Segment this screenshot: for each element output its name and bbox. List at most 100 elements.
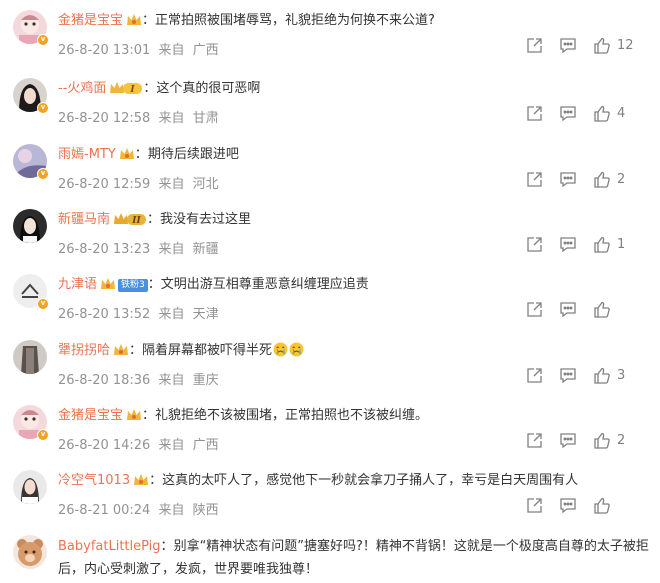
like-icon[interactable] [593,432,611,450]
avatar[interactable]: v [13,10,49,46]
reply-icon[interactable] [559,432,577,450]
avatar[interactable]: v [13,144,49,180]
username[interactable]: 雨嫣-MTY [58,147,116,162]
colon-separator: ： [142,408,156,423]
username[interactable]: 冷空气1013 [58,473,130,488]
reply-icon[interactable] [559,497,577,515]
location-prefix: 来自 [158,503,185,518]
username[interactable]: 犟拐拐哈 [58,343,110,358]
svg-text:II: II [131,216,141,226]
comment-actions: 3 [526,367,642,385]
comment-meta: 26-8-21 00:24 来自 陕西 [58,499,219,518]
location-prefix: 来自 [158,373,185,388]
share-icon[interactable] [526,171,543,189]
crown-badge-icon [126,408,142,430]
verified-badge-icon: v [37,168,49,180]
comment-list: v 金猪是宝宝 ： 正常拍照被围堵辱骂，礼貌拒绝为何换不来公道? 26-8-20 1… [0,0,660,583]
avatar[interactable]: v [13,274,49,310]
like-count: 2 [617,172,626,187]
comment-text: 我没有去过这里 [160,212,252,227]
comment-actions: 1 [526,236,642,254]
like-count: 12 [617,38,634,53]
colon-separator: ： [134,147,148,162]
comment-actions: 2 [526,171,642,189]
colon-separator: ： [147,212,161,227]
comment-actions: 4 [526,105,642,123]
like-icon[interactable] [593,497,611,515]
comment-line: 犟拐拐哈 ：隔着屏幕都被吓得半死 [58,340,652,362]
svg-text:I: I [130,85,136,95]
comment-line: 九津语 铁粉3 ：文明出游互相尊重恶意纠缠理应追责 [58,274,652,296]
timestamp: 26-8-20 13:01 [58,43,151,58]
avatar[interactable]: v [13,78,49,114]
like-icon[interactable] [593,301,611,319]
verified-badge-icon: v [37,298,49,310]
comment-text: 正常拍照被围堵辱骂，礼貌拒绝为何换不来公道? [155,13,435,28]
avatar[interactable] [13,535,47,569]
avatar[interactable] [13,340,47,374]
colon-separator: ： [160,539,174,554]
crying-face-emoji-icon [273,342,288,357]
share-icon[interactable] [526,105,543,123]
like-icon[interactable] [593,105,611,123]
reply-icon[interactable] [559,37,577,55]
username[interactable]: 金猪是宝宝 [58,408,123,423]
share-icon[interactable] [526,236,543,254]
avatar[interactable]: v [13,405,49,441]
comment-meta: 26-8-20 18:36 来自 重庆 [58,369,219,388]
reply-icon[interactable] [559,105,577,123]
verified-badge-icon: v [37,429,49,441]
share-icon[interactable] [526,301,543,319]
verified-badge-icon: v [37,34,49,46]
username[interactable]: --火鸡面 [58,81,106,96]
location: 天津 [192,307,219,322]
crown-badge-icon [113,343,129,365]
share-icon[interactable] [526,432,543,450]
like-count: 1 [617,237,626,252]
like-count: 4 [617,106,626,121]
like-icon[interactable] [593,171,611,189]
avatar[interactable] [13,209,47,243]
username[interactable]: 金猪是宝宝 [58,13,123,28]
location: 甘肃 [192,111,219,126]
reply-icon[interactable] [559,367,577,385]
location-prefix: 来自 [158,43,185,58]
share-icon[interactable] [526,367,543,385]
comment-line: 冷空气1013 ：这真的太吓人了，感觉他下一秒就会拿刀子捅人了，幸亏是白天周围有人 [58,470,652,492]
comment-meta: 26-8-20 13:52 来自 天津 [58,303,219,322]
location: 重庆 [192,373,219,388]
avatar[interactable] [13,470,47,504]
like-icon[interactable] [593,236,611,254]
location-prefix: 来自 [158,307,185,322]
comment-meta: 26-8-20 12:59 来自 河北 [58,173,219,192]
comment-text: 隔着屏幕都被吓得半死 [142,343,273,358]
share-icon[interactable] [526,497,543,515]
reply-icon[interactable] [559,171,577,189]
share-icon[interactable] [526,37,543,55]
comment-line: --火鸡面 I ：这个真的很可恶啊 [58,78,652,100]
reply-icon[interactable] [559,301,577,319]
location: 陕西 [192,503,219,518]
portrait-avatar-icon [13,470,47,504]
comment-meta: 26-8-20 13:23 来自 新疆 [58,238,219,257]
like-icon[interactable] [593,37,611,55]
location: 河北 [192,177,219,192]
crown-badge-icon [126,13,142,35]
location-prefix: 来自 [158,438,185,453]
location: 广西 [192,438,219,453]
vip-level-2-badge-icon: II [113,212,147,234]
like-icon[interactable] [593,367,611,385]
username[interactable]: 新疆马南 [58,212,110,227]
comment-meta: 26-8-20 14:26 来自 广西 [58,434,219,453]
vip-level-1-badge-icon: I [109,81,143,103]
comment-line: 金猪是宝宝 ：礼貌拒绝不该被围堵，正常拍照也不该被纠缠。 [58,405,652,427]
like-count: 2 [617,433,626,448]
username[interactable]: BabyfatLittlePig [58,539,161,554]
username[interactable]: 九津语 [58,277,97,292]
colon-separator: ： [143,81,157,96]
reply-icon[interactable] [559,236,577,254]
comment-line: BabyfatLittlePig：别拿“精神状态有问题”搪塞好吗?！精神不背锅！… [58,535,652,581]
photo-avatar-icon [13,340,47,374]
location: 新疆 [192,242,219,257]
comment-line: 雨嫣-MTY ：期待后续跟进吧 [58,144,652,166]
